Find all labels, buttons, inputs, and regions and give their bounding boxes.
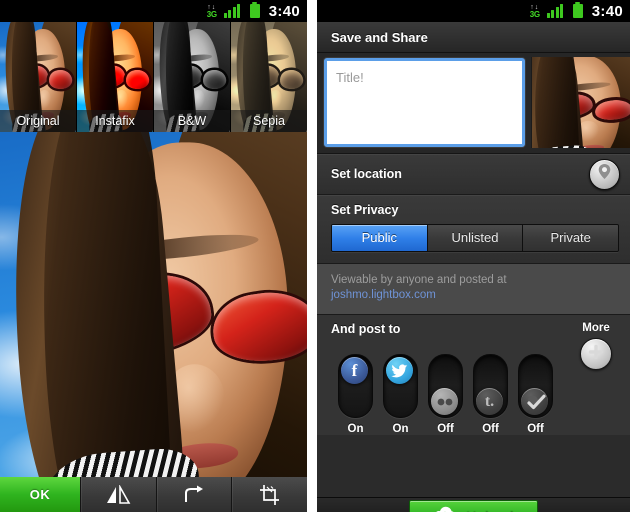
status-bar-right: ↑↓ 3G 3:40 [317,0,630,22]
plus-icon [588,344,604,365]
editor-toolbar: OK [0,477,307,512]
clock-label: 3:40 [268,2,300,20]
page-title: Save and Share [317,22,630,53]
post-to-section: And post to More f On On Off t. Off Off [317,315,630,435]
map-pin-icon [597,163,612,185]
filter-label: Sepia [231,110,307,132]
crop-icon [258,484,282,506]
set-privacy-row: Set Privacy Public Unlisted Private [317,195,630,264]
photo-thumbnail[interactable] [531,57,630,148]
filter-thumb-bw[interactable]: B&W [154,22,231,132]
profile-url-link[interactable]: joshmo.lightbox.com [331,288,616,303]
post-to-label: And post to [331,322,401,336]
set-privacy-label: Set Privacy [331,203,399,217]
ok-button[interactable]: OK [0,477,80,512]
set-location-button[interactable] [589,158,620,190]
network-3g-icon: ↑↓ 3G [207,4,217,19]
more-label: More [582,322,610,334]
upload-bar: Upload [317,497,630,512]
title-and-thumb-row: Title! [317,53,630,154]
toggle-flickr[interactable]: Off [423,354,468,435]
toggle-state-label: On [392,423,409,435]
toggle-track[interactable] [518,354,553,418]
more-button[interactable] [580,338,612,370]
toggle-foursquare[interactable]: Off [513,354,558,435]
facebook-icon: f [341,357,368,384]
cloud-upload-icon [433,505,457,512]
upload-button[interactable]: Upload [409,500,538,512]
filter-label: Original [0,110,76,132]
crop-button[interactable] [231,477,307,512]
rotate-button[interactable] [155,477,232,512]
flip-button[interactable] [80,477,156,512]
toggle-track[interactable]: f [338,354,373,418]
privacy-note-text: Viewable by anyone and posted at [331,274,507,286]
toggle-state-label: On [347,423,364,435]
filter-label: B&W [154,110,230,132]
privacy-option-private[interactable]: Private [523,225,618,251]
two-screen-comparison: ↑↓ 3G 3:40 Original Instafix B&W Sepia O… [0,0,630,512]
tumblr-icon: t. [476,388,503,415]
privacy-option-unlisted[interactable]: Unlisted [427,225,524,251]
flip-icon [105,484,131,505]
privacy-note: Viewable by anyone and posted at joshmo.… [317,264,630,315]
network-3g-icon: ↑↓ 3G [530,4,540,19]
network-label: 3G [206,9,217,19]
toggle-track[interactable]: t. [473,354,508,418]
battery-icon [249,1,260,18]
toggle-track[interactable] [428,354,463,418]
upload-button-label: Upload [466,509,513,512]
filter-thumb-sepia[interactable]: Sepia [231,22,307,132]
right-screen-save-and-share: ↑↓ 3G 3:40 Save and Share Title! Set loc… [317,0,630,512]
signal-bars-icon [546,3,565,18]
title-input[interactable]: Title! [324,58,525,147]
toggle-state-label: Off [527,423,544,435]
network-label: 3G [529,9,540,19]
privacy-segmented-control: Public Unlisted Private [331,224,619,252]
toggle-tumblr[interactable]: t. Off [468,354,513,435]
toggle-track[interactable] [383,354,418,418]
set-location-label: Set location [331,167,402,181]
clock-label: 3:40 [591,2,623,20]
privacy-option-public[interactable]: Public [332,225,428,251]
save-share-form: Title! Set location Set Privacy Public U… [317,53,630,512]
status-bar-left: ↑↓ 3G 3:40 [0,0,307,22]
title-input-placeholder: Title! [336,70,364,85]
filter-thumb-instafix[interactable]: Instafix [77,22,154,132]
twitter-icon [386,357,413,384]
toggle-twitter[interactable]: On [378,354,423,435]
left-screen-photo-editor: ↑↓ 3G 3:40 Original Instafix B&W Sepia O… [0,0,307,512]
main-photo-preview[interactable] [0,132,307,477]
rotate-icon [182,485,206,505]
toggle-state-label: Off [437,423,454,435]
flickr-icon [431,388,458,415]
battery-icon [572,1,583,18]
signal-bars-icon [223,3,242,18]
check-icon [521,388,548,415]
toggle-facebook[interactable]: f On [333,354,378,435]
filter-thumbnail-strip: Original Instafix B&W Sepia [0,22,307,132]
filter-label: Instafix [77,110,153,132]
filter-thumb-original[interactable]: Original [0,22,77,132]
more-services: More [574,322,618,370]
set-location-row[interactable]: Set location [317,154,630,195]
toggle-state-label: Off [482,423,499,435]
